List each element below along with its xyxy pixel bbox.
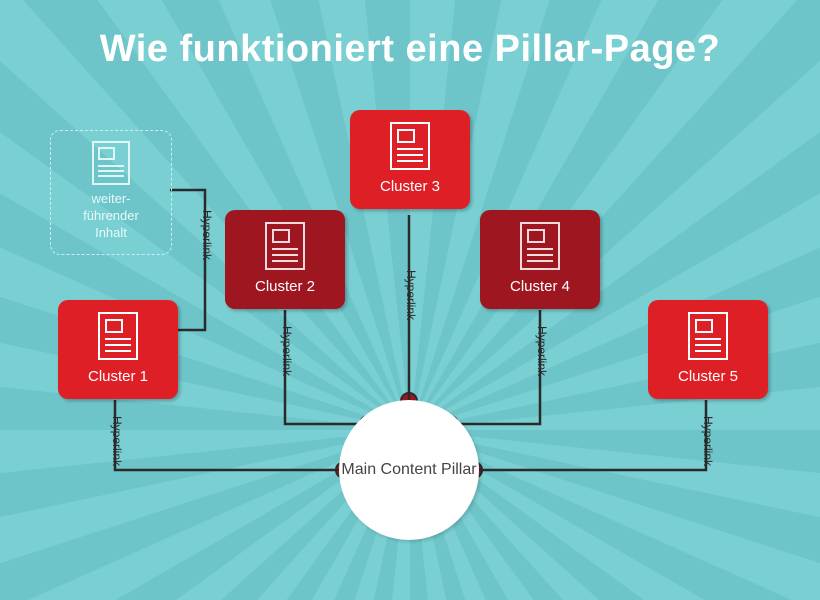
hyperlink-label: Hyperlink bbox=[404, 270, 418, 320]
hyperlink-label: Hyperlink bbox=[200, 210, 214, 260]
hyperlink-label: Hyperlink bbox=[535, 326, 549, 376]
cluster-label: Cluster 3 bbox=[356, 178, 464, 195]
cluster-3-card: Cluster 3 bbox=[350, 110, 470, 209]
cluster-2-card: Cluster 2 bbox=[225, 210, 345, 309]
diagram-canvas: Wie funktioniert eine Pillar-Page? Hyper… bbox=[0, 0, 820, 600]
hyperlink-label: Hyperlink bbox=[110, 416, 124, 466]
document-icon bbox=[688, 312, 728, 360]
hyperlink-label: Hyperlink bbox=[701, 416, 715, 466]
main-content-pillar: Main Content Pillar bbox=[339, 400, 479, 540]
cluster-4-card: Cluster 4 bbox=[480, 210, 600, 309]
document-icon bbox=[92, 141, 130, 185]
hyperlink-label: Hyperlink bbox=[280, 326, 294, 376]
document-icon bbox=[265, 222, 305, 270]
document-icon bbox=[98, 312, 138, 360]
cluster-label: Cluster 2 bbox=[231, 278, 339, 295]
supplementary-content-card: weiter- führender Inhalt bbox=[50, 130, 172, 255]
cluster-1-card: Cluster 1 bbox=[58, 300, 178, 399]
cluster-label: Cluster 5 bbox=[654, 368, 762, 385]
cluster-label: Cluster 4 bbox=[486, 278, 594, 295]
cluster-5-card: Cluster 5 bbox=[648, 300, 768, 399]
pillar-label: Main Content Pillar bbox=[341, 461, 476, 479]
cluster-label: Cluster 1 bbox=[64, 368, 172, 385]
document-icon bbox=[390, 122, 430, 170]
document-icon bbox=[520, 222, 560, 270]
supplementary-label: weiter- führender Inhalt bbox=[57, 191, 165, 242]
